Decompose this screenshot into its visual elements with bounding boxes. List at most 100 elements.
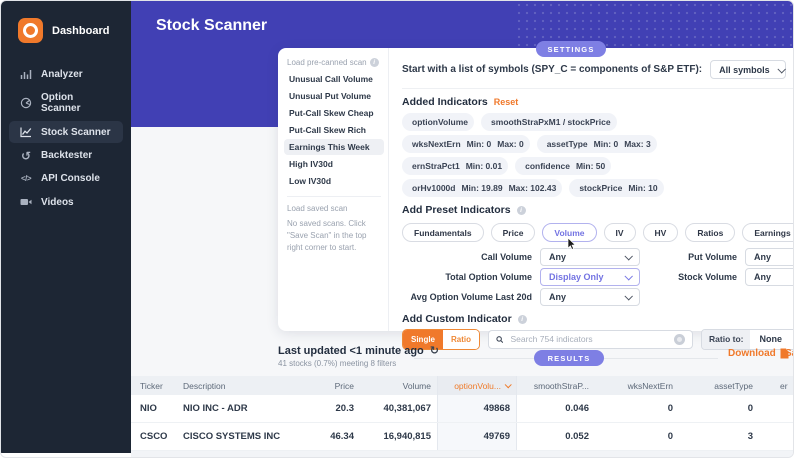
sidebar-item-label: Analyzer	[41, 69, 83, 80]
col-volume[interactable]: Volume	[360, 381, 437, 391]
indicator-chip: smoothStraPxM1 / stockPrice	[481, 113, 617, 131]
cell-volume: 16,940,815	[360, 431, 437, 442]
chip-min: Min: 0	[594, 139, 619, 149]
table-row[interactable]: NIO NIO INC - ADR 20.3 40,381,067 49868 …	[131, 395, 794, 423]
cell-asset-type: 0	[679, 403, 759, 414]
ratio-to-value: None	[759, 334, 782, 344]
sidebar-item-option-scanner[interactable]: Option Scanner	[9, 87, 123, 119]
chip-name: stockPrice	[579, 183, 622, 193]
clear-search-icon[interactable]	[674, 334, 685, 345]
table-row[interactable]: CSCO CISCO SYSTEMS INC 46.34 16,940,815 …	[131, 423, 794, 451]
save-scan-button-partial[interactable]: Sa	[785, 348, 794, 359]
scan-item-earnings-this-week[interactable]: Earnings This Week	[284, 139, 384, 155]
videos-camera-icon	[19, 196, 33, 208]
cell-wks-next-ern: 0	[595, 403, 679, 414]
sidebar-item-api-console[interactable]: API Console	[9, 168, 123, 189]
cell-wks-next-ern: 0	[595, 431, 679, 442]
cell-price: 20.3	[283, 403, 360, 414]
indicator-chip: stockPriceMin: 10	[569, 179, 663, 197]
cell-ticker: NIO	[131, 403, 179, 414]
settings-main: Start with a list of symbols (SPY_C = co…	[389, 48, 794, 331]
tab-hv[interactable]: HV	[643, 223, 679, 242]
chevron-down-icon	[777, 65, 785, 73]
symbols-row: Start with a list of symbols (SPY_C = co…	[402, 60, 794, 79]
chevron-down-icon	[624, 272, 632, 280]
stock-volume-select[interactable]: Any	[745, 268, 794, 286]
col-description[interactable]: Description	[179, 381, 283, 391]
symbols-select[interactable]: All symbols	[710, 60, 786, 79]
cell-volume: 40,381,067	[360, 403, 437, 414]
tab-volume[interactable]: Volume	[542, 223, 596, 242]
col-ern-stra-partial[interactable]: er	[759, 381, 794, 391]
refresh-icon[interactable]	[430, 344, 439, 357]
custom-indicator-title-row: Add Custom Indicator	[402, 313, 794, 325]
chip-min: Min: 0.01	[466, 161, 502, 171]
indicator-chip: confidenceMin: 50	[515, 157, 611, 175]
chip-name: confidence	[525, 161, 570, 171]
col-asset-type[interactable]: assetType	[679, 381, 759, 391]
cell-description: NIO INC - ADR	[179, 403, 283, 414]
chip-name: smoothStraPxM1 / stockPrice	[491, 117, 611, 127]
cell-option-volume: 49769	[437, 423, 517, 450]
chevron-down-icon	[624, 252, 632, 260]
call-volume-select[interactable]: Any	[540, 248, 640, 266]
scan-item-high-iv30d[interactable]: High IV30d	[284, 156, 384, 172]
sidebar-item-label: Stock Scanner	[41, 127, 110, 138]
tab-fundamentals[interactable]: Fundamentals	[402, 223, 484, 242]
sidebar-item-label: Backtester	[41, 150, 92, 161]
avg-option-volume-select[interactable]: Any	[540, 288, 640, 306]
precanned-title-row: Load pre-canned scan	[287, 58, 381, 67]
info-icon[interactable]	[517, 206, 526, 215]
col-price[interactable]: Price	[283, 381, 360, 391]
chip-name: assetType	[547, 139, 588, 149]
field-label-total-option-volume: Total Option Volume	[402, 272, 532, 282]
preset-tabs: Fundamentals Price Volume IV HV Ratios E…	[402, 223, 794, 242]
brand-label: Dashboard	[52, 25, 109, 37]
indicator-chip: orHv1000dMin: 19.89Max: 102.43	[402, 179, 562, 197]
added-indicator-chips: optionVolume smoothStraPxM1 / stockPrice…	[402, 113, 732, 197]
col-smooth-stra[interactable]: smoothStraP...	[517, 381, 595, 391]
chip-max: Max: 0	[497, 139, 523, 149]
col-option-volume-sorted[interactable]: optionVolu...	[437, 376, 517, 395]
brand[interactable]: Dashboard	[1, 1, 131, 43]
chip-max: Max: 3	[624, 139, 650, 149]
cell-ticker: CSCO	[131, 431, 179, 442]
tab-ratios[interactable]: Ratios	[685, 223, 735, 242]
chip-name: orHv1000d	[412, 183, 455, 193]
settings-card: Load pre-canned scan Unusual Call Volume…	[278, 48, 794, 331]
divider	[402, 88, 794, 89]
sidebar-item-videos[interactable]: Videos	[9, 191, 123, 213]
scan-item-low-iv30d[interactable]: Low IV30d	[284, 173, 384, 189]
search-icon	[496, 335, 503, 344]
col-wks-next-ern[interactable]: wksNextErn	[595, 381, 679, 391]
info-icon[interactable]	[370, 58, 379, 67]
sidebar-item-backtester[interactable]: Backtester	[9, 145, 123, 166]
tab-price[interactable]: Price	[491, 223, 536, 242]
sidebar-item-analyzer[interactable]: Analyzer	[9, 63, 123, 85]
option-scanner-icon	[19, 97, 33, 109]
col-label: optionVolu...	[454, 381, 501, 391]
field-label-put-volume: Put Volume	[648, 252, 737, 262]
table-header-row: Ticker Description Price Volume optionVo…	[131, 376, 794, 395]
select-value: Any	[549, 252, 566, 262]
reset-button[interactable]: Reset	[494, 97, 519, 107]
chip-name: wksNextErn	[412, 139, 461, 149]
scan-item-unusual-put-volume[interactable]: Unusual Put Volume	[284, 88, 384, 104]
sidebar-item-stock-scanner[interactable]: Stock Scanner	[9, 121, 123, 143]
preset-indicators-title-row: Add Preset Indicators	[402, 204, 794, 216]
tab-earnings[interactable]: Earnings	[742, 223, 794, 242]
scan-item-unusual-call-volume[interactable]: Unusual Call Volume	[284, 71, 384, 87]
select-value: Any	[549, 292, 566, 302]
total-option-volume-select[interactable]: Display Only	[540, 268, 640, 286]
last-updated-text: Last updated <1 minute ago	[278, 345, 424, 357]
tab-iv[interactable]: IV	[604, 223, 636, 242]
put-volume-select[interactable]: Any	[745, 248, 794, 266]
mouse-cursor-icon	[567, 238, 576, 250]
scan-item-put-call-skew-rich[interactable]: Put-Call Skew Rich	[284, 122, 384, 138]
download-button[interactable]: Download	[728, 348, 789, 359]
scan-item-put-call-skew-cheap[interactable]: Put-Call Skew Cheap	[284, 105, 384, 121]
col-ticker[interactable]: Ticker	[131, 381, 179, 391]
info-icon[interactable]	[518, 315, 527, 324]
app-frame: Dashboard Analyzer Option Scanner Stock …	[0, 0, 794, 458]
page-title: Stock Scanner	[156, 17, 267, 35]
